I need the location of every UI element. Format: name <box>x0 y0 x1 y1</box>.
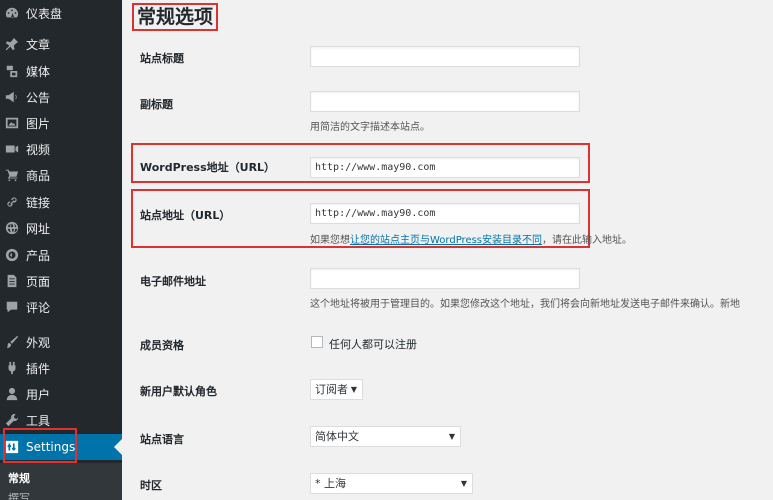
settings-content: 常规选项 站点标题 副标题 用简洁的文字描述本站点。 WordPress地址（U… <box>122 0 773 500</box>
sidebar-item-products[interactable]: 产品 <box>0 242 122 268</box>
email-description: 这个地址将被用于管理目的。如果您修改这个地址，我们将会向新地址发送电子邮件来确认… <box>310 299 740 310</box>
video-icon <box>5 142 19 156</box>
link-icon <box>5 195 19 209</box>
sidebar-item-images[interactable]: 图片 <box>0 110 122 136</box>
language-select[interactable]: 简体中文 ▼ <box>310 426 461 447</box>
sidebar-item-label: 公告 <box>26 90 51 105</box>
wp-url-label: WordPress地址（URL） <box>140 161 276 174</box>
sidebar-item-label: 仪表盘 <box>26 6 63 21</box>
sidebar-item-label: 文章 <box>26 37 51 52</box>
site-url-description-suffix: ，请在此输入地址。 <box>542 235 633 246</box>
cart-icon <box>5 168 19 182</box>
default-role-select[interactable]: 订阅者 ▼ <box>310 379 363 400</box>
language-value: 简体中文 <box>315 430 359 443</box>
sidebar-item-label: 图片 <box>26 116 51 131</box>
membership-label: 成员资格 <box>140 339 184 352</box>
tagline-description: 用简洁的文字描述本站点。 <box>310 122 430 133</box>
sidebar-item-media[interactable]: 媒体 <box>0 58 122 84</box>
sidebar-item-announcements[interactable]: 公告 <box>0 84 122 110</box>
comment-icon <box>5 300 19 314</box>
sidebar-item-videos[interactable]: 视频 <box>0 136 122 162</box>
megaphone-icon <box>5 90 19 104</box>
sidebar-item-label: 视频 <box>26 142 51 157</box>
sidebar-item-posts[interactable]: 文章 <box>0 31 122 57</box>
user-icon <box>5 387 19 401</box>
timezone-label: 时区 <box>140 479 162 492</box>
sidebar-item-label: 外观 <box>26 335 51 350</box>
sidebar-item-plugins[interactable]: 插件 <box>0 355 122 381</box>
sidebar-item-label: 链接 <box>26 195 51 210</box>
wp-url-input[interactable]: http://www.may90.com <box>310 157 580 178</box>
pin-icon <box>5 37 19 51</box>
plugin-icon <box>5 361 19 375</box>
wrench-icon <box>5 413 19 427</box>
default-role-label: 新用户默认角色 <box>140 385 217 398</box>
sidebar-item-label: 评论 <box>26 300 51 315</box>
media-icon <box>5 64 19 78</box>
admin-sidebar: 仪表盘 文章 媒体 公告 图片 视频 商品 链接 网址 产品 页面 评论 外观 … <box>0 0 122 500</box>
dashboard-icon <box>5 6 19 20</box>
sidebar-item-label: 页面 <box>26 274 51 289</box>
sidebar-item-pages[interactable]: 页面 <box>0 268 122 294</box>
sidebar-item-urls[interactable]: 网址 <box>0 215 122 241</box>
tagline-input[interactable] <box>310 91 580 112</box>
sidebar-item-label: 网址 <box>26 221 51 236</box>
chevron-down-icon: ▼ <box>460 479 467 488</box>
site-url-help-link[interactable]: 让您的站点主页与WordPress安装目录不同 <box>350 235 542 246</box>
brush-icon <box>5 335 19 349</box>
site-url-input[interactable]: http://www.may90.com <box>310 203 580 224</box>
sidebar-item-links[interactable]: 链接 <box>0 189 122 215</box>
page-icon <box>5 274 19 288</box>
membership-checkbox-label[interactable]: 任何人都可以注册 <box>329 336 417 352</box>
globe-icon <box>5 221 19 235</box>
sidebar-item-label: 插件 <box>26 361 51 376</box>
settings-highlight-box <box>3 428 77 463</box>
sidebar-item-appearance[interactable]: 外观 <box>0 329 122 355</box>
email-label: 电子邮件地址 <box>140 275 206 288</box>
sidebar-item-comments[interactable]: 评论 <box>0 294 122 320</box>
product-icon <box>5 248 19 262</box>
language-label: 站点语言 <box>140 433 184 446</box>
site-url-description: 如果您想让您的站点主页与WordPress安装目录不同，请在此输入地址。 <box>310 231 632 246</box>
site-title-label: 站点标题 <box>140 52 184 65</box>
sidebar-item-label: 媒体 <box>26 64 51 79</box>
chevron-down-icon: ▼ <box>448 432 455 441</box>
timezone-value: * 上海 <box>315 477 346 490</box>
tagline-label: 副标题 <box>140 98 173 111</box>
settings-submenu: 常规 撰写 <box>0 463 122 500</box>
site-url-label: 站点地址（URL） <box>140 209 231 222</box>
email-input[interactable] <box>310 268 580 289</box>
sidebar-item-label: 用户 <box>26 387 51 402</box>
sidebar-item-users[interactable]: 用户 <box>0 381 122 407</box>
chevron-down-icon: ▼ <box>350 385 357 394</box>
sidebar-item-dashboard[interactable]: 仪表盘 <box>0 0 122 26</box>
submenu-item-general[interactable]: 常规 <box>8 470 30 486</box>
submenu-item-writing[interactable]: 撰写 <box>8 490 30 500</box>
membership-checkbox[interactable] <box>311 336 323 348</box>
sidebar-item-label: 工具 <box>26 413 51 428</box>
sidebar-item-label: 产品 <box>26 248 51 263</box>
timezone-select[interactable]: * 上海 ▼ <box>310 473 473 494</box>
default-role-value: 订阅者 <box>315 383 348 396</box>
page-title: 常规选项 <box>132 3 219 31</box>
sidebar-item-goods[interactable]: 商品 <box>0 162 122 188</box>
image-icon <box>5 116 19 130</box>
site-title-input[interactable] <box>310 46 580 67</box>
sidebar-item-label: 商品 <box>26 168 51 183</box>
site-url-description-prefix: 如果您想 <box>310 235 350 246</box>
